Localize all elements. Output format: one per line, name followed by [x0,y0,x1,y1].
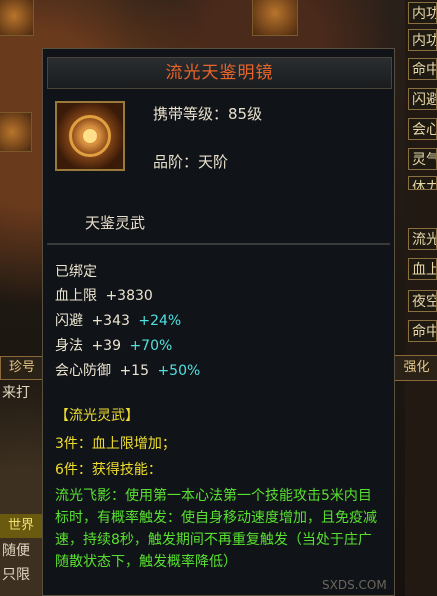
stat-percent: +24% [138,313,182,329]
divider [47,243,390,245]
chat-line: 随便 [2,543,30,559]
stat-value: +3830 [105,288,153,304]
world-chat-tab[interactable]: 世界 [0,514,42,538]
stat-name: 会心防御 [55,363,111,379]
enhance-tab[interactable]: 强化 [394,355,437,381]
stat-name: 血上限 [55,288,97,304]
attr-tab[interactable]: 闪避 [408,88,437,110]
stat-row: 闪避 +343 +24% [55,310,181,330]
stat-name: 闪避 [55,313,83,329]
stat-row: 血上限 +3830 [55,285,153,305]
attr-tab[interactable]: 灵气 [408,148,437,170]
set-bonus-3: 3件：血上限增加； [55,436,176,452]
attr-tab[interactable]: 血上 [408,258,437,280]
skill-description: 流光飞影：使用第一本心法第一个技能攻击5米内目标时，有概率触发：使自身移动速度增… [55,488,377,570]
attr-tab[interactable]: 体力 [408,176,437,190]
watermark: SXDS.COM [322,578,387,592]
attr-tab[interactable]: 命中 [408,58,437,80]
stat-row: 身法 +39 +70% [55,335,172,355]
set-bonus-6: 6件：获得技能： [55,462,162,478]
mirror-icon [55,101,125,171]
stat-value: +39 [91,338,121,354]
item-grade: 品阶：天阶 [153,153,229,171]
chat-line: 只限 [2,567,30,583]
equip-slot-icon[interactable] [0,112,32,152]
stat-value: +15 [119,363,149,379]
set-name: 【流光灵武】 [55,408,139,424]
equip-slot-icon[interactable] [252,0,298,36]
stat-value: +343 [91,313,130,329]
equip-slot-icon[interactable] [0,0,34,36]
item-subtitle: 天鉴灵武 [85,214,146,232]
item-tooltip: 流光天鉴明镜 携带等级：85级 品阶：天阶 天鉴灵武 已绑定 血上限 +3830… [42,48,395,596]
attr-tab[interactable]: 会心 [408,118,437,140]
stat-name: 身法 [55,338,83,354]
attr-tab[interactable]: 内功 [408,2,437,24]
item-title: 流光天鉴明镜 [47,57,392,89]
stat-row: 会心防御 +15 +50% [55,360,200,380]
attr-tab[interactable]: 夜空 [408,290,437,312]
item-level: 携带等级：85级 [153,105,263,123]
bound-status: 已绑定 [55,264,97,280]
attr-tab[interactable]: 命中 [408,320,437,342]
chat-line: 来打 [2,385,30,401]
attr-tab[interactable]: 流光 [408,228,437,250]
left-tab-label[interactable]: 珍号 [0,356,44,380]
mirror-core [83,129,97,143]
attr-tab[interactable]: 内功 [408,29,437,51]
stat-percent: +50% [157,363,201,379]
stat-percent: +70% [129,338,173,354]
